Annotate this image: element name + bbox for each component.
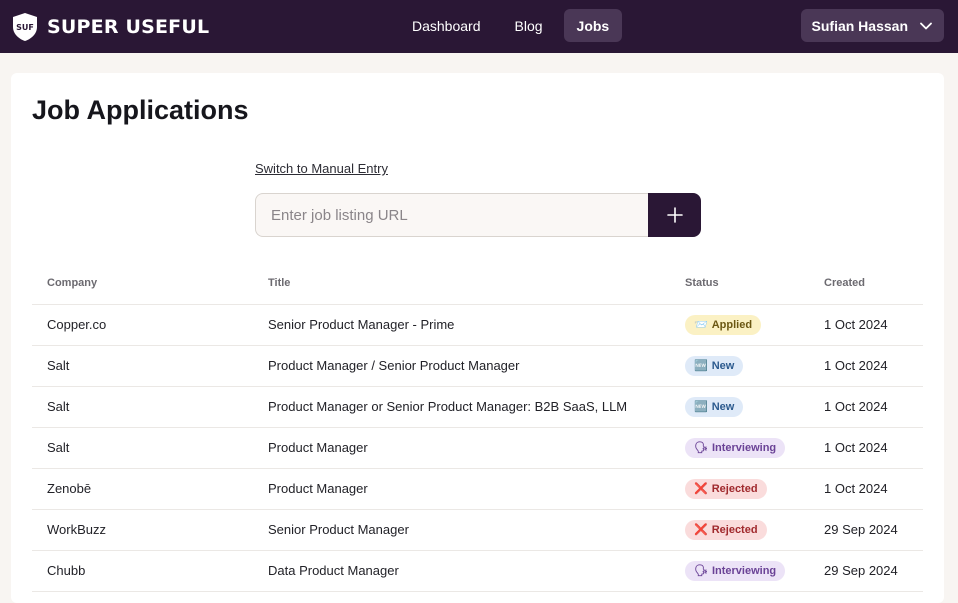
table-header-row: Company Title Status Created bbox=[32, 263, 923, 305]
status-cell: ❌ Rejected bbox=[670, 468, 809, 510]
nav-blog[interactable]: Blog bbox=[502, 9, 556, 42]
table-row[interactable]: Salt Product Manager / Senior Product Man… bbox=[32, 345, 923, 387]
status-label: Rejected bbox=[711, 523, 758, 536]
title-cell: Product Manager / Senior Product Manager bbox=[253, 345, 670, 387]
interviewing-status-icon: 🗣 bbox=[694, 442, 708, 454]
company-cell: Salt bbox=[32, 386, 253, 428]
interviewing-status-icon: 🗣 bbox=[694, 565, 708, 577]
status-badge[interactable]: 🗣 Interviewing bbox=[685, 437, 786, 458]
table-row[interactable]: WorkBuzz Senior Product Manager ❌ Rejected 2… bbox=[32, 509, 923, 551]
created-cell: 1 Oct 2024 bbox=[809, 304, 923, 346]
user-name: Sufian Hassan bbox=[811, 17, 908, 34]
created-cell: 29 Sep 2024 bbox=[809, 550, 923, 592]
status-label: Applied bbox=[711, 318, 753, 331]
job-url-input[interactable] bbox=[255, 193, 648, 237]
company-cell: Salt bbox=[32, 345, 253, 387]
status-cell: 🗣 Interviewing bbox=[670, 427, 809, 469]
status-cell: 🆕 New bbox=[670, 386, 809, 428]
company-cell: Chubb bbox=[32, 550, 253, 592]
rejected-status-icon: ❌ bbox=[694, 524, 708, 536]
title-cell: Product Manager bbox=[253, 427, 670, 469]
status-label: Interviewing bbox=[711, 564, 777, 577]
main-nav: Dashboard Blog Jobs bbox=[399, 9, 623, 42]
url-form bbox=[255, 193, 701, 237]
company-cell: Zenobē bbox=[32, 468, 253, 510]
title-cell: Product Manager bbox=[253, 468, 670, 510]
status-label: Rejected bbox=[711, 482, 758, 495]
table-row[interactable]: Salt Product Manager or Senior Product Ma… bbox=[32, 386, 923, 428]
column-header-company[interactable]: Company bbox=[32, 263, 253, 305]
title-cell: Data Product Manager bbox=[253, 550, 670, 592]
top-navbar: SUF SUPER USEFUL Dashboard Blog Jobs Suf… bbox=[0, 0, 958, 53]
created-cell: 1 Oct 2024 bbox=[809, 386, 923, 428]
brand-name: SUPER USEFUL bbox=[47, 15, 210, 38]
column-header-status[interactable]: Status bbox=[670, 263, 809, 305]
job-applications-table: Company Title Status Created Copper.co Se… bbox=[32, 263, 923, 592]
status-label: New bbox=[711, 359, 735, 372]
table-row[interactable]: Zenobē Product Manager ❌ Rejected 1 Oct 2024 bbox=[32, 468, 923, 510]
title-cell: Senior Product Manager - Prime bbox=[253, 304, 670, 346]
status-badge[interactable]: 📨 Applied bbox=[685, 314, 762, 335]
add-job-button[interactable] bbox=[648, 193, 701, 237]
switch-to-manual-entry-link[interactable]: Switch to Manual Entry bbox=[255, 161, 388, 176]
title-cell: Product Manager or Senior Product Manage… bbox=[253, 386, 670, 428]
new-status-icon: 🆕 bbox=[694, 360, 708, 372]
chevron-down-icon bbox=[920, 22, 932, 29]
created-cell: 1 Oct 2024 bbox=[809, 427, 923, 469]
plus-icon bbox=[666, 207, 683, 223]
new-status-icon: 🆕 bbox=[694, 401, 708, 413]
company-cell: Salt bbox=[32, 427, 253, 469]
applied-status-icon: 📨 bbox=[694, 319, 708, 331]
status-badge[interactable]: 🗣 Interviewing bbox=[685, 560, 786, 581]
brand-badge-text: SUF bbox=[16, 23, 34, 32]
created-cell: 1 Oct 2024 bbox=[809, 345, 923, 387]
table-body: Copper.co Senior Product Manager - Prime 📨… bbox=[32, 304, 923, 592]
shield-logo-icon: SUF bbox=[13, 12, 37, 41]
column-header-created[interactable]: Created bbox=[809, 263, 923, 305]
status-badge[interactable]: ❌ Rejected bbox=[685, 478, 767, 499]
status-label: New bbox=[711, 400, 735, 413]
column-header-title[interactable]: Title bbox=[253, 263, 670, 305]
brand-logo[interactable]: SUF SUPER USEFUL bbox=[11, 12, 209, 42]
nav-dashboard[interactable]: Dashboard bbox=[399, 9, 494, 42]
status-badge[interactable]: ❌ Rejected bbox=[685, 519, 767, 540]
status-cell: ❌ Rejected bbox=[670, 509, 809, 551]
status-cell: 📨 Applied bbox=[670, 304, 809, 346]
status-badge[interactable]: 🆕 New bbox=[685, 355, 744, 376]
main-card: Job Applications Switch to Manual Entry … bbox=[11, 73, 944, 603]
created-cell: 29 Sep 2024 bbox=[809, 509, 923, 551]
page-title: Job Applications bbox=[32, 95, 249, 125]
user-menu-button[interactable]: Sufian Hassan bbox=[800, 9, 944, 42]
company-cell: WorkBuzz bbox=[32, 509, 253, 551]
company-cell: Copper.co bbox=[32, 304, 253, 346]
table-row[interactable]: Chubb Data Product Manager 🗣 Interviewing 29… bbox=[32, 550, 923, 592]
nav-jobs[interactable]: Jobs bbox=[563, 9, 623, 42]
table-row[interactable]: Copper.co Senior Product Manager - Prime 📨… bbox=[32, 304, 923, 346]
rejected-status-icon: ❌ bbox=[694, 483, 708, 495]
status-label: Interviewing bbox=[711, 441, 777, 454]
created-cell: 1 Oct 2024 bbox=[809, 468, 923, 510]
table-row[interactable]: Salt Product Manager 🗣 Interviewing 1 Oct 20… bbox=[32, 427, 923, 469]
title-cell: Senior Product Manager bbox=[253, 509, 670, 551]
status-badge[interactable]: 🆕 New bbox=[685, 396, 744, 417]
status-cell: 🗣 Interviewing bbox=[670, 550, 809, 592]
status-cell: 🆕 New bbox=[670, 345, 809, 387]
